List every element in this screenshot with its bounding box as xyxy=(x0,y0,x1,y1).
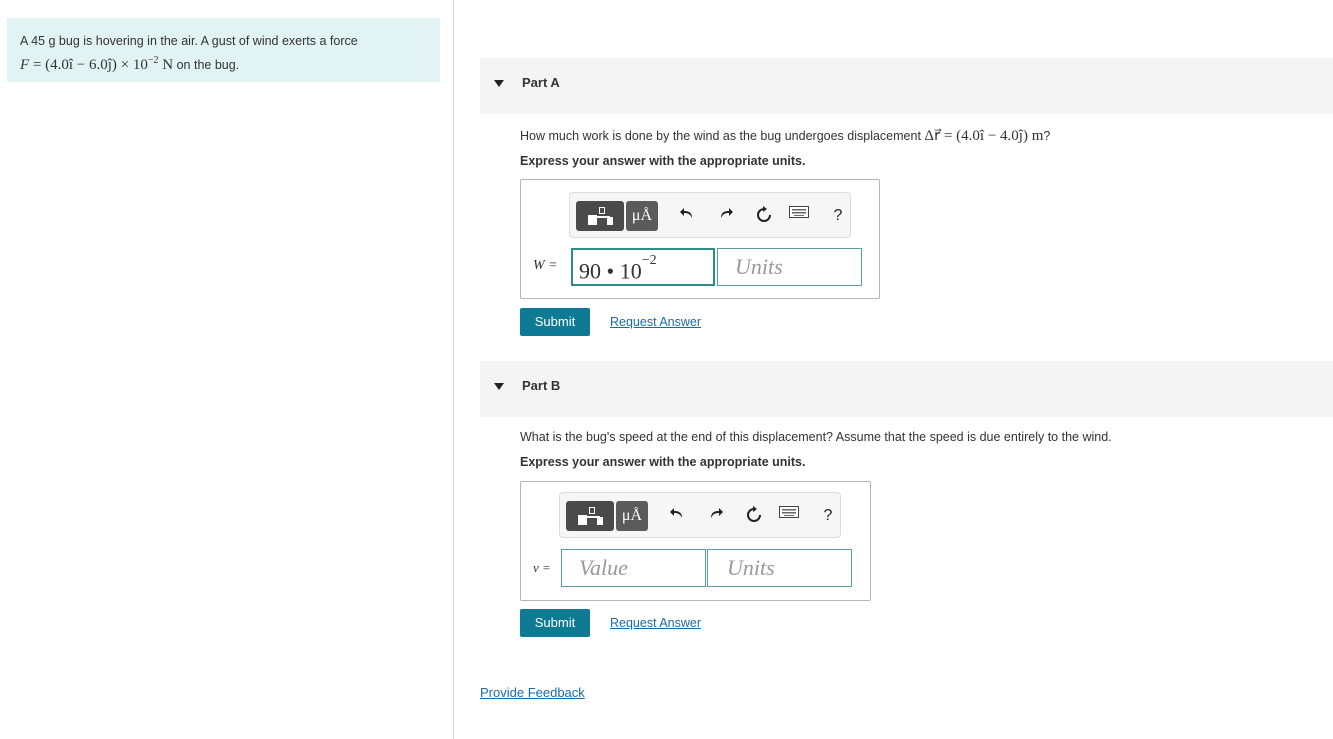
templates-icon[interactable] xyxy=(566,501,614,531)
part-b-request-answer-link[interactable]: Request Answer xyxy=(610,616,701,630)
help-icon[interactable]: ? xyxy=(827,206,849,226)
part-b-header[interactable]: Part B xyxy=(480,361,1333,417)
undo-icon[interactable] xyxy=(676,206,698,226)
part-a-units-input[interactable]: Units xyxy=(717,248,862,286)
part-a-answer-box: μÅ ? W = 90 • 10−2 Units xyxy=(520,179,880,299)
problem-text-line1: A 45 g bug is hovering in the air. A gus… xyxy=(20,34,358,48)
problem-text-end: on the bug. xyxy=(173,58,240,72)
problem-statement: A 45 g bug is hovering in the air. A gus… xyxy=(7,18,440,82)
part-a-question: How much work is done by the wind as the… xyxy=(520,128,1051,144)
part-b-units-input[interactable]: Units xyxy=(707,549,852,587)
part-b-variable-label: v = xyxy=(533,560,551,575)
collapse-triangle-icon[interactable] xyxy=(494,383,504,390)
part-b-title: Part B xyxy=(522,378,561,393)
reset-icon[interactable] xyxy=(753,206,775,226)
templates-icon[interactable] xyxy=(576,201,624,231)
part-a-title: Part A xyxy=(522,75,560,90)
displacement-equation: Δr⃗ = (4.0î − 4.0ĵ) m xyxy=(924,128,1044,144)
units-icon[interactable]: μÅ xyxy=(626,201,658,231)
part-a-instructions: Express your answer with the appropriate… xyxy=(520,154,806,168)
force-symbol: F xyxy=(20,57,30,73)
redo-icon[interactable] xyxy=(705,506,727,526)
part-a-header[interactable]: Part A xyxy=(480,58,1333,114)
redo-icon[interactable] xyxy=(715,206,737,226)
part-b-instructions: Express your answer with the appropriate… xyxy=(520,455,806,469)
part-a-request-answer-link[interactable]: Request Answer xyxy=(610,315,701,329)
math-toolbar: μÅ ? xyxy=(569,192,851,238)
provide-feedback-link[interactable]: Provide Feedback xyxy=(480,685,585,700)
problem-text-line2: F = (4.0î − 6.0ĵ) × 10−2 N on the bug. xyxy=(20,51,427,75)
part-a-submit-button[interactable]: Submit xyxy=(520,308,590,336)
keyboard-icon[interactable] xyxy=(778,506,800,526)
help-icon[interactable]: ? xyxy=(817,506,839,526)
problem-panel: A 45 g bug is hovering in the air. A gus… xyxy=(0,0,454,739)
keyboard-icon[interactable] xyxy=(788,206,810,226)
part-b-answer-box: μÅ ? v = Value Units xyxy=(520,481,871,601)
force-equation: F = (4.0î − 6.0ĵ) × 10−2 N xyxy=(20,55,174,73)
undo-icon[interactable] xyxy=(666,506,688,526)
units-icon[interactable]: μÅ xyxy=(616,501,648,531)
part-a-variable-label: W = xyxy=(533,258,558,273)
reset-icon[interactable] xyxy=(743,506,765,526)
part-a-value-input[interactable]: 90 • 10−2 xyxy=(571,248,715,286)
part-b-question: What is the bug's speed at the end of th… xyxy=(520,430,1112,444)
part-b-submit-button[interactable]: Submit xyxy=(520,609,590,637)
collapse-triangle-icon[interactable] xyxy=(494,80,504,87)
part-b-value-input[interactable]: Value xyxy=(561,549,706,587)
math-toolbar: μÅ ? xyxy=(559,492,841,538)
